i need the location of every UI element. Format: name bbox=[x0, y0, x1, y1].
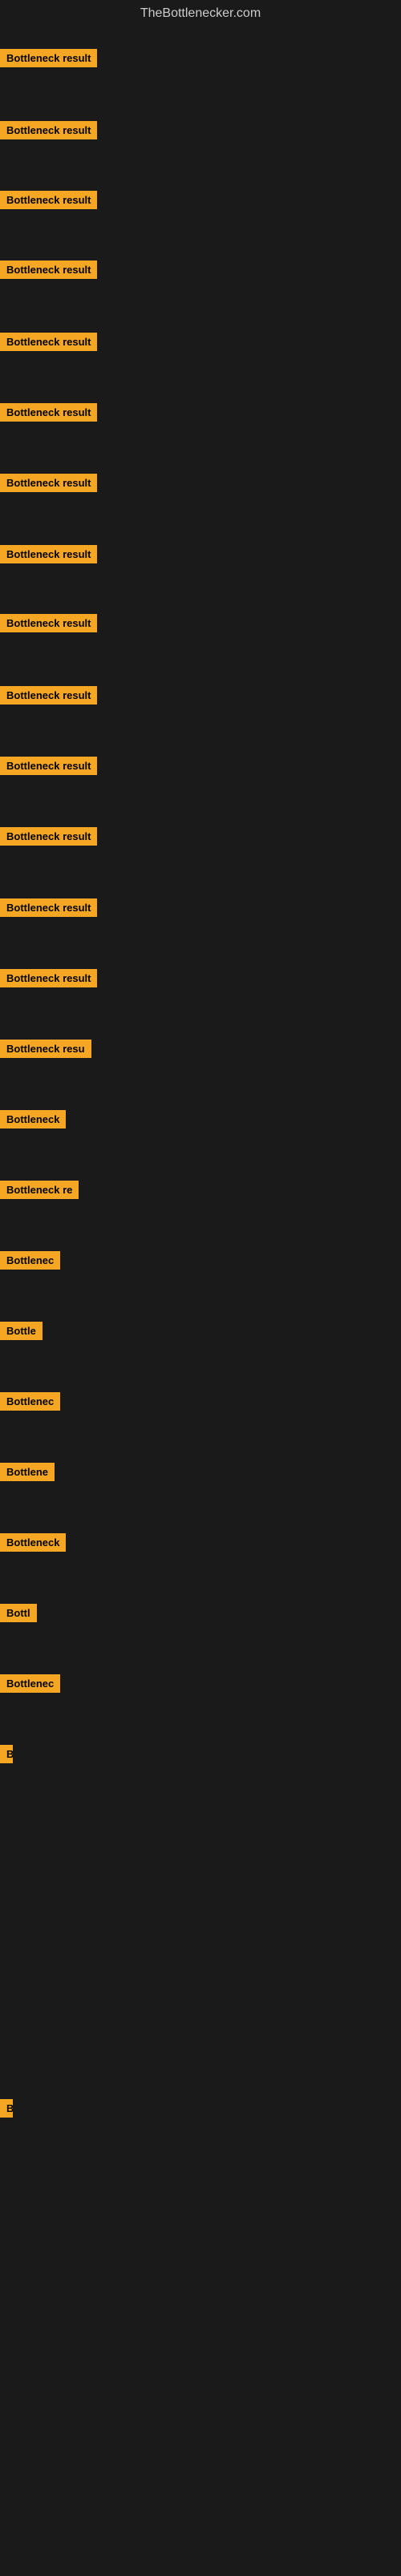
bottleneck-item: Bottlenec bbox=[0, 1251, 60, 1274]
bottleneck-item: Bottleneck result bbox=[0, 757, 97, 779]
bottleneck-item: Bottleneck result bbox=[0, 49, 97, 71]
bottleneck-label: Bottleneck result bbox=[0, 827, 97, 846]
bottleneck-item: Bottleneck result bbox=[0, 898, 97, 921]
bottleneck-label: Bottl bbox=[0, 1604, 37, 1622]
bottleneck-item: Bottleneck result bbox=[0, 614, 97, 636]
bottleneck-item: Bottlenec bbox=[0, 1674, 60, 1697]
bottleneck-item: Bottleneck result bbox=[0, 827, 97, 850]
bottleneck-item: Bottleneck re bbox=[0, 1181, 79, 1203]
bottleneck-item: Bottlenec bbox=[0, 1392, 60, 1415]
bottleneck-label: Bottleneck result bbox=[0, 474, 97, 492]
bottleneck-label: Bottleneck result bbox=[0, 545, 97, 563]
bottleneck-item: Bottle bbox=[0, 1322, 43, 1344]
bottleneck-item: Bottleneck result bbox=[0, 121, 97, 143]
bottleneck-label: Bottlenec bbox=[0, 1251, 60, 1270]
bottleneck-item: Bottleneck result bbox=[0, 545, 97, 567]
bottleneck-item: Bottleneck result bbox=[0, 333, 97, 355]
bottleneck-label: Bottleneck result bbox=[0, 969, 97, 987]
bottleneck-label: Bottlenec bbox=[0, 1674, 60, 1693]
bottleneck-item: Bottleneck result bbox=[0, 686, 97, 709]
bottleneck-label: Bottleneck result bbox=[0, 403, 97, 422]
bottleneck-item: Bottleneck result bbox=[0, 191, 97, 213]
bottleneck-label: Bottleneck result bbox=[0, 191, 97, 209]
bottleneck-label: Bottleneck bbox=[0, 1110, 66, 1129]
bottleneck-label: Bottleneck result bbox=[0, 614, 97, 632]
bottleneck-item: Bottleneck result bbox=[0, 403, 97, 426]
bottleneck-label: Bottleneck result bbox=[0, 333, 97, 351]
bottleneck-item: Bottleneck result bbox=[0, 969, 97, 991]
bottleneck-item: Bottl bbox=[0, 1604, 37, 1626]
bottleneck-item: Bottleneck result bbox=[0, 260, 97, 283]
bottleneck-label: Bottleneck resu bbox=[0, 1040, 91, 1058]
bottleneck-item: B bbox=[0, 1745, 13, 1767]
bottleneck-label: Bottleneck result bbox=[0, 757, 97, 775]
bottleneck-label: Bottleneck result bbox=[0, 686, 97, 705]
bottleneck-label: Bottleneck result bbox=[0, 49, 97, 67]
bottleneck-label: Bottleneck result bbox=[0, 121, 97, 139]
bottleneck-label: B bbox=[0, 1745, 13, 1763]
bottleneck-item: Bottleneck result bbox=[0, 474, 97, 496]
bottleneck-item: Bottleneck bbox=[0, 1110, 66, 1133]
bottleneck-label: Bottleneck bbox=[0, 1533, 66, 1552]
bottleneck-label: Bottle bbox=[0, 1322, 43, 1340]
bottleneck-label: Bottleneck result bbox=[0, 898, 97, 917]
bottleneck-label: Bottleneck result bbox=[0, 260, 97, 279]
bottleneck-item: Bottlene bbox=[0, 1463, 55, 1485]
site-title: TheBottlenecker.com bbox=[0, 0, 401, 27]
bottleneck-label: Bottleneck re bbox=[0, 1181, 79, 1199]
bottleneck-label: Bottlenec bbox=[0, 1392, 60, 1411]
bottleneck-item: B bbox=[0, 2099, 13, 2122]
bottleneck-item: Bottleneck resu bbox=[0, 1040, 91, 1062]
bottleneck-label: B bbox=[0, 2099, 13, 2118]
bottleneck-label: Bottlene bbox=[0, 1463, 55, 1481]
bottleneck-item: Bottleneck bbox=[0, 1533, 66, 1556]
